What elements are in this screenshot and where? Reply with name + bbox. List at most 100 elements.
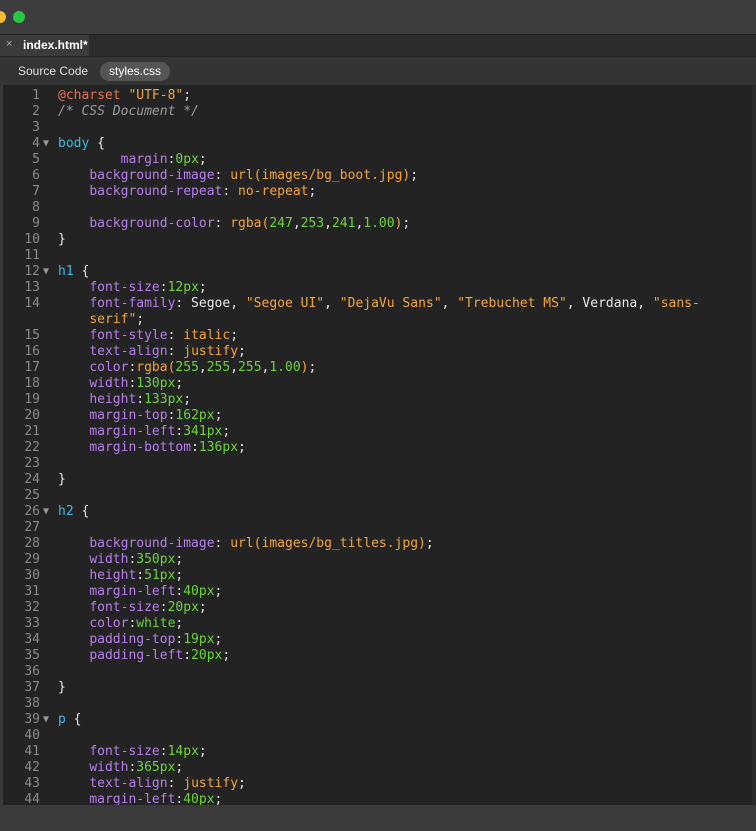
close-tab-icon[interactable]: × bbox=[6, 38, 12, 50]
code-line[interactable]: 22 margin-bottom:136px; bbox=[3, 440, 756, 456]
code-line[interactable]: 31 margin-left:40px; bbox=[3, 584, 756, 600]
code-line[interactable]: 9 background-color: rgba(247,253,241,1.0… bbox=[3, 216, 756, 232]
code-text: margin-bottom:136px; bbox=[58, 440, 246, 456]
code-line[interactable]: 42 width:365px; bbox=[3, 760, 756, 776]
code-text: background-color: rgba(247,253,241,1.00)… bbox=[58, 216, 410, 232]
line-number: 18 bbox=[24, 376, 40, 391]
code-line[interactable]: 15 font-style: italic; bbox=[3, 328, 756, 344]
code-line[interactable]: 32 font-size:20px; bbox=[3, 600, 756, 616]
code-line[interactable]: 14 font-family: Segoe, "Segoe UI", "Deja… bbox=[3, 296, 756, 312]
zoom-window-button[interactable] bbox=[13, 11, 25, 23]
code-token: ) bbox=[300, 360, 309, 375]
code-line[interactable]: 34 padding-top:19px; bbox=[3, 632, 756, 648]
code-line[interactable]: 38 bbox=[3, 696, 756, 712]
document-tab-bar: × index.html* bbox=[0, 34, 756, 57]
code-token: /* CSS Document */ bbox=[58, 104, 199, 119]
minimize-window-button[interactable] bbox=[0, 11, 6, 23]
code-line[interactable]: 43 text-align: justify; bbox=[3, 776, 756, 792]
code-line[interactable]: 17 color:rgba(255,255,255,1.00); bbox=[3, 360, 756, 376]
code-line[interactable]: 18 width:130px; bbox=[3, 376, 756, 392]
code-line[interactable]: 13 font-size:12px; bbox=[3, 280, 756, 296]
code-line[interactable]: 12 ▼ h1 { bbox=[3, 264, 756, 280]
code-line[interactable]: 25 bbox=[3, 488, 756, 504]
code-line[interactable]: 16 text-align: justify; bbox=[3, 344, 756, 360]
code-token: background-image bbox=[89, 168, 215, 183]
code-token: 40px bbox=[183, 584, 215, 599]
code-line[interactable]: 3 bbox=[3, 120, 756, 136]
line-number: 19 bbox=[24, 392, 40, 407]
document-tab-index-html[interactable]: × index.html* bbox=[0, 35, 89, 56]
code-line[interactable]: 6 background-image: url(images/bg_boot.j… bbox=[3, 168, 756, 184]
code-line[interactable]: 5 margin:0px; bbox=[3, 152, 756, 168]
code-line[interactable]: 33 color:white; bbox=[3, 616, 756, 632]
fold-arrow-icon[interactable]: ▼ bbox=[43, 136, 49, 152]
code-token: ; bbox=[222, 424, 231, 439]
related-file-source-code[interactable]: Source Code bbox=[9, 62, 97, 81]
code-token: ; bbox=[198, 280, 207, 295]
code-line[interactable]: 20 margin-top:162px; bbox=[3, 408, 756, 424]
code-line[interactable]: 35 padding-left:20px; bbox=[3, 648, 756, 664]
line-number: 23 bbox=[24, 456, 40, 471]
code-line[interactable]: 30 height:51px; bbox=[3, 568, 756, 584]
code-line[interactable]: 44 margin-left:40px; bbox=[3, 792, 756, 805]
code-token: : bbox=[167, 776, 184, 791]
code-line[interactable]: 28 background-image: url(images/bg_title… bbox=[3, 536, 756, 552]
code-token: "sans- bbox=[652, 296, 700, 311]
code-line[interactable]: 24} bbox=[3, 472, 756, 488]
code-line[interactable]: serif"; bbox=[3, 312, 756, 328]
code-token: , bbox=[324, 216, 332, 231]
code-line[interactable]: 8 bbox=[3, 200, 756, 216]
code-token: 20px bbox=[167, 600, 199, 615]
code-token: ; bbox=[175, 376, 184, 391]
code-line[interactable]: 1 @charset "UTF-8"; bbox=[3, 88, 756, 104]
line-number: 4 bbox=[32, 136, 40, 151]
line-number: 36 bbox=[24, 664, 40, 679]
code-token: ; bbox=[402, 216, 411, 231]
code-token: : bbox=[222, 184, 239, 199]
code-line[interactable]: 2 /* CSS Document */ bbox=[3, 104, 756, 120]
code-line[interactable]: 41 font-size:14px; bbox=[3, 744, 756, 760]
code-token: ; bbox=[214, 408, 223, 423]
line-number: 6 bbox=[32, 168, 40, 183]
code-line[interactable]: 39 ▼ p { bbox=[3, 712, 756, 728]
line-number: 22 bbox=[24, 440, 40, 455]
code-token: serif" bbox=[89, 312, 137, 327]
code-token: , bbox=[230, 360, 239, 375]
code-text: } bbox=[58, 232, 66, 248]
code-line[interactable]: 19 height:133px; bbox=[3, 392, 756, 408]
code-line[interactable]: 23 bbox=[3, 456, 756, 472]
code-line[interactable]: 4 ▼ body { bbox=[3, 136, 756, 152]
code-token: background-color bbox=[89, 216, 215, 231]
code-line[interactable]: 21 margin-left:341px; bbox=[3, 424, 756, 440]
code-token: justify bbox=[183, 776, 239, 791]
code-line[interactable]: 29 width:350px; bbox=[3, 552, 756, 568]
line-number: 34 bbox=[24, 632, 40, 647]
fold-arrow-icon[interactable]: ▼ bbox=[43, 504, 49, 520]
code-token: : bbox=[136, 392, 145, 407]
code-token: ; bbox=[175, 760, 184, 775]
code-line[interactable]: 7 background-repeat: no-repeat; bbox=[3, 184, 756, 200]
related-file-styles-css[interactable]: styles.css bbox=[100, 62, 171, 81]
code-text: height:133px; bbox=[58, 392, 191, 408]
code-line[interactable]: 37} bbox=[3, 680, 756, 696]
code-line[interactable]: 27 bbox=[3, 520, 756, 536]
code-token: 51px bbox=[144, 568, 176, 583]
editor-scrollbar[interactable] bbox=[752, 85, 756, 805]
code-editor[interactable]: 1 @charset "UTF-8"; 2/* CSS Document */3 4 ▼… bbox=[3, 85, 756, 805]
code-line[interactable]: 11 bbox=[3, 248, 756, 264]
code-token: ; bbox=[136, 312, 145, 327]
code-token: 241 bbox=[331, 216, 356, 231]
code-token: margin-bottom bbox=[89, 440, 192, 455]
code-line[interactable]: 26 ▼ h2 { bbox=[3, 504, 756, 520]
fold-arrow-icon[interactable]: ▼ bbox=[43, 712, 49, 728]
code-token: : bbox=[214, 216, 231, 231]
code-line[interactable]: 40 bbox=[3, 728, 756, 744]
code-line[interactable]: 10} bbox=[3, 232, 756, 248]
fold-arrow-icon[interactable]: ▼ bbox=[43, 264, 49, 280]
code-line[interactable]: 36 bbox=[3, 664, 756, 680]
code-text: font-size:14px; bbox=[58, 744, 206, 760]
